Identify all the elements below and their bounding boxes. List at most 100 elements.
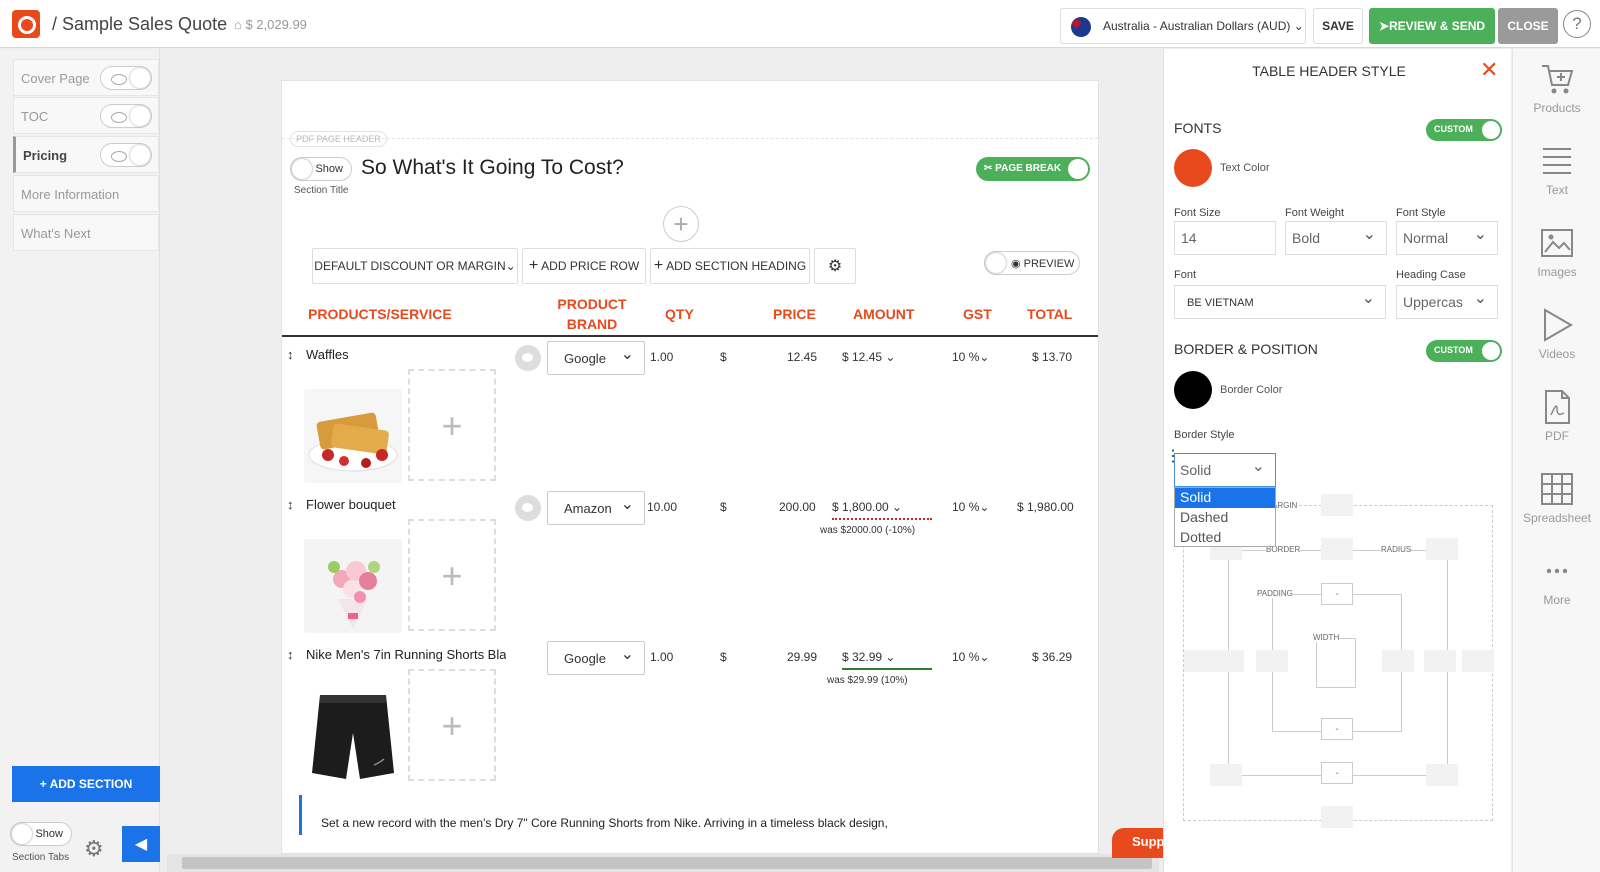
padding-bottom-input[interactable]: - (1321, 718, 1353, 740)
dropdown-option-dotted[interactable]: Dotted (1175, 528, 1275, 548)
dropdown-option-dashed[interactable]: Dashed (1175, 508, 1275, 528)
brand-select[interactable]: Amazon (547, 491, 645, 525)
radius-bottom-left-input[interactable] (1210, 764, 1242, 786)
comment-icon[interactable] (515, 495, 541, 521)
sidebar-item-whats-next[interactable]: What's Next (13, 214, 159, 251)
gst-select[interactable]: 10 %⌄ (952, 500, 989, 514)
product-description[interactable]: Set a new record with the men's Dry 7" C… (321, 816, 888, 830)
amount-value[interactable]: $ 32.99 ⌄ (842, 650, 932, 670)
toolbar-pdf[interactable]: PDF (1513, 389, 1600, 443)
add-block-button[interactable]: + (663, 206, 699, 242)
add-image-button[interactable]: + (408, 369, 496, 481)
save-button[interactable]: SAVE (1313, 8, 1363, 44)
document-title[interactable]: / Sample Sales Quote (52, 14, 227, 35)
waffles-image (304, 389, 402, 483)
border-bottom-input[interactable]: - (1321, 762, 1353, 784)
sidebar-item-cover-page[interactable]: Cover Page (13, 59, 159, 96)
toolbar-videos[interactable]: Videos (1513, 307, 1600, 361)
default-discount-button[interactable]: DEFAULT DISCOUNT OR MARGIN ⌄ (312, 248, 518, 284)
comment-icon[interactable] (515, 345, 541, 371)
product-image[interactable] (304, 539, 402, 633)
sidebar-item-pricing[interactable]: Pricing (13, 136, 159, 173)
drag-handle-icon[interactable]: ↕ (287, 647, 294, 662)
gear-icon[interactable]: ⚙ (84, 836, 104, 862)
heading-case-select[interactable]: Uppercas (1396, 285, 1498, 319)
brand-select[interactable]: Google (547, 341, 645, 375)
visibility-toggle[interactable] (100, 143, 152, 167)
product-name[interactable]: Nike Men's 7in Running Shorts Black L (306, 647, 506, 662)
visibility-toggle[interactable] (100, 104, 152, 128)
section-tabs-toggle[interactable]: Show (10, 822, 72, 846)
currency-select[interactable]: Australia - Australian Dollars (AUD) ⌄ (1060, 8, 1306, 44)
margin-bottom-input[interactable] (1321, 806, 1353, 828)
page-break-toggle[interactable]: ✂ PAGE BREAK (976, 157, 1090, 181)
section-title-toggle[interactable]: Show (290, 157, 352, 181)
close-icon[interactable]: ✕ (1480, 57, 1498, 83)
qty-value[interactable]: 1.00 (650, 350, 673, 364)
toolbar-spreadsheet[interactable]: Spreadsheet (1513, 471, 1600, 525)
toolbar-products[interactable]: Products (1513, 61, 1600, 115)
drag-handle-icon[interactable]: ↕ (287, 497, 294, 512)
product-name[interactable]: Flower bouquet (306, 497, 506, 512)
border-top-input[interactable] (1321, 538, 1353, 560)
padding-left-input[interactable] (1256, 650, 1288, 672)
add-image-button[interactable]: + (408, 519, 496, 631)
gst-select[interactable]: 10 %⌄ (952, 650, 989, 664)
margin-top-input[interactable] (1321, 494, 1353, 516)
pdf-page-header-label[interactable]: PDF PAGE HEADER (290, 131, 387, 147)
border-custom-toggle[interactable]: CUSTOM (1426, 340, 1502, 362)
border-right-input[interactable] (1424, 650, 1456, 672)
amount-value[interactable]: $ 12.45 ⌄ (842, 350, 895, 364)
scrollbar-thumb[interactable] (182, 857, 1152, 869)
add-section-button[interactable]: + ADD SECTION (12, 766, 160, 802)
brand-select[interactable]: Google (547, 641, 645, 675)
sidebar-item-label: Pricing (23, 148, 68, 163)
font-weight-select[interactable]: Bold (1285, 221, 1387, 255)
toolbar-more[interactable]: More (1513, 553, 1600, 607)
close-button[interactable]: CLOSE (1498, 8, 1558, 44)
review-send-button[interactable]: ➤ REVIEW & SEND (1369, 8, 1495, 44)
gst-select[interactable]: 10 %⌄ (952, 350, 989, 364)
qty-value[interactable]: 1.00 (650, 650, 673, 664)
product-image[interactable] (304, 689, 402, 783)
collapse-sidebar-button[interactable]: ◀ (122, 826, 160, 862)
sidebar-item-more-information[interactable]: More Information (13, 175, 159, 212)
dropdown-option-solid[interactable]: Solid (1175, 488, 1275, 508)
border-color-swatch[interactable] (1174, 371, 1212, 409)
toolbar-images[interactable]: Images (1513, 225, 1600, 279)
qty-value[interactable]: 10.00 (647, 500, 677, 514)
product-image[interactable] (304, 389, 402, 483)
fonts-custom-toggle[interactable]: CUSTOM (1426, 119, 1502, 141)
more-dots-icon (1546, 568, 1568, 574)
sidebar-item-toc[interactable]: TOC (13, 97, 159, 134)
price-value[interactable]: 200.00 (779, 500, 816, 514)
help-icon[interactable]: ? (1563, 10, 1591, 38)
app-logo-icon[interactable] (12, 10, 40, 38)
toolbar-text[interactable]: Text (1513, 143, 1600, 197)
font-size-input[interactable]: 14 (1174, 221, 1276, 255)
add-section-heading-button[interactable]: + ADD SECTION HEADING (650, 248, 810, 284)
padding-right-input[interactable] (1382, 650, 1414, 672)
border-left-input[interactable] (1212, 650, 1244, 672)
add-image-button[interactable]: + (408, 669, 496, 781)
add-price-row-button[interactable]: + ADD PRICE ROW (522, 248, 646, 284)
radius-top-right-input[interactable] (1426, 538, 1458, 560)
drag-handle-icon[interactable]: ↕ (287, 347, 294, 362)
amount-value[interactable]: $ 1,800.00 ⌄ (832, 500, 932, 520)
preview-toggle[interactable]: ◉ PREVIEW (984, 251, 1080, 275)
radius-bottom-right-input[interactable] (1426, 764, 1458, 786)
visibility-toggle[interactable] (100, 66, 152, 90)
product-name[interactable]: Waffles (306, 347, 506, 362)
font-style-select[interactable]: Normal (1396, 221, 1498, 255)
margin-right-input[interactable] (1462, 650, 1494, 672)
font-select[interactable]: BE VIETNAM (1174, 285, 1386, 319)
price-value[interactable]: 12.45 (787, 350, 817, 364)
price-value[interactable]: 29.99 (787, 650, 817, 664)
table-header[interactable]: PRODUCTS/SERVICE PRODUCT BRAND QTY PRICE… (282, 291, 1098, 337)
quote-total: $ 2,029.99 (245, 17, 307, 32)
section-title[interactable]: So What's It Going To Cost? (361, 156, 624, 180)
padding-top-input[interactable]: - (1321, 583, 1353, 605)
border-style-select[interactable]: Solid (1174, 453, 1276, 487)
text-color-swatch[interactable] (1174, 149, 1212, 187)
table-settings-button[interactable]: ⚙ (814, 248, 856, 284)
